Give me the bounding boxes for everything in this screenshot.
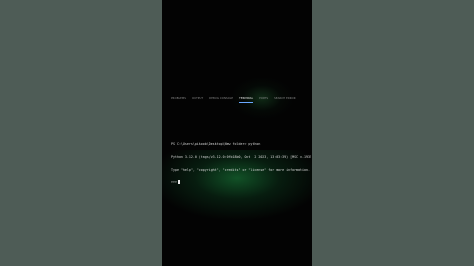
tab-ports[interactable]: PORTS (259, 95, 268, 103)
terminal-prompt-line[interactable]: >>> (171, 180, 311, 185)
tab-output[interactable]: OUTPUT (192, 95, 203, 103)
panel-tabs: PROBLEMS OUTPUT DEBUG CONSOLE TERMINAL P… (171, 95, 311, 103)
screenshot-stage: PROBLEMS OUTPUT DEBUG CONSOLE TERMINAL P… (0, 0, 474, 266)
terminal-output[interactable]: PS C:\Users\pikoob\Desktop\New folder> p… (171, 134, 311, 193)
terminal-line: Type "help", "copyright", "credits" or "… (171, 167, 310, 172)
terminal-line: PS C:\Users\pikoob\Desktop\New folder> p… (171, 142, 261, 147)
tab-debug-console[interactable]: DEBUG CONSOLE (209, 95, 233, 103)
terminal-line: Python 3.12.0 (tags/v3.12.0:0fb18b0, Oct… (171, 155, 311, 159)
tab-terminal[interactable]: TERMINAL (239, 96, 254, 103)
tab-search-error[interactable]: SEARCH ERROR (274, 95, 296, 103)
python-prompt: >>> (171, 180, 177, 185)
text-cursor (177, 180, 180, 185)
tab-problems[interactable]: PROBLEMS (171, 95, 186, 103)
right-backdrop (312, 0, 474, 266)
left-backdrop (0, 0, 162, 266)
video-frame: PROBLEMS OUTPUT DEBUG CONSOLE TERMINAL P… (162, 0, 312, 266)
